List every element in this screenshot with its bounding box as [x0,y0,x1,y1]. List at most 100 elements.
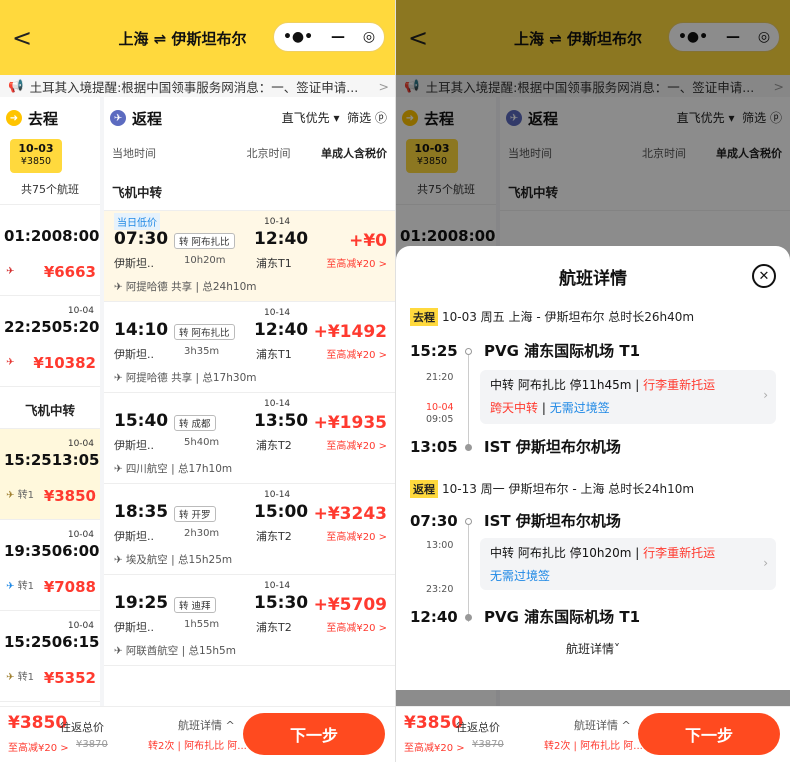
transfer-info-box[interactable]: 中转 阿布扎比 停11h45m | 行李重新托运 跨天中转 | 无需过境签 › [480,370,776,424]
flight-detail-toggle[interactable]: 航班详情 ^ [178,717,235,733]
dep-airport: 伊斯坦.. [114,621,154,634]
col-beijing-time: 北京时间 [246,147,291,160]
airline-logo-icon: ✈ [6,266,15,277]
duration: 5h40m [184,437,220,448]
dep-time: 15:25 [4,633,52,651]
baggage-recheck: 行李重新托运 [643,546,716,560]
arr-airport: 浦东T2 [256,530,292,543]
minimize-icon[interactable]: — [331,29,345,45]
reduce-label: 至高减¥20 > [326,441,387,452]
total-price: ¥3850 [8,713,68,733]
airline-logo-icon: ✈ [114,554,123,566]
next-day-label: 10-04 [426,402,454,413]
dep-time: 19:25 [114,593,169,613]
airline-logo-icon: ✈ [6,490,15,501]
transfer-dep-time: 09:05 [426,414,454,425]
bottom-bar: ¥3850 往返总价 至高减¥20 > ¥3870 航班详情 ^ 转2次 | 阿… [396,706,790,762]
flight-detail-toggle[interactable]: 航班详情 ^ [574,717,631,733]
return-label: 返程 [132,109,163,128]
mini-program-capsule: •●• — ◎ [273,22,385,52]
outbound-flight-row[interactable]: 01:20 08:00 ✈ ¥6663 [0,205,100,296]
dep-time: 15:25 [410,342,458,360]
codeshare-label: 共享 [171,281,193,293]
flight-price: ¥7088 [43,578,96,596]
next-step-button[interactable]: 下一步 [243,713,385,755]
col-local-time: 当地时间 [112,147,156,160]
close-icon[interactable]: ✕ [752,264,776,288]
col-price: 单成人含税价 [321,147,387,160]
arr-time: 05:20 [51,318,100,336]
arr-time: 06:00 [51,542,100,560]
reduce-label[interactable]: 至高减¥20 > [8,739,69,754]
duration: 1h55m [184,619,220,630]
airline-name: 阿提哈德 [125,372,168,384]
transfer-info-box[interactable]: 中转 阿布扎比 停10h20m | 行李重新托运 无需过境签 › [480,538,776,590]
reduce-label[interactable]: 至高减¥20 > [404,739,465,754]
total-duration: 总17h30m [202,372,257,384]
outbound-date-chip[interactable]: 10-03 ¥3850 [10,139,62,173]
outbound-tag: 去程 [410,308,438,326]
flight-price: ¥5352 [43,669,96,687]
airline-name: 埃及航空 [125,554,168,566]
notice-text: 土耳其入境提醒:根据中国领事服务网消息：一、签证申请... [29,79,359,95]
transfer-section-title: 飞机中转 [0,393,100,429]
flight-price: +¥3243 [313,504,387,524]
outbound-flight-row-selected[interactable]: 10-04 15:25 13:05 ✈ 转1 ¥3850 [0,429,100,520]
total-duration: 总24h10m [202,281,257,293]
airline-name: 阿提哈德 [125,281,168,293]
next-step-button[interactable]: 下一步 [638,713,780,755]
return-flight-row[interactable]: 14:10 转 阿布扎比 10-14 12:40 伊斯坦.. 3h35m 浦东T… [104,302,395,393]
transfer-city-badge: 转 迪拜 [174,597,216,613]
transfer-arr-time: 21:20 [426,372,454,383]
dep-time: 19:35 [4,542,52,560]
airline-logo-icon: ✈ [114,463,123,475]
arr-time: 15:00 [254,502,309,522]
arr-airport: 浦东T1 [256,257,292,270]
arr-airport: PVG 浦东国际机场 T1 [484,608,641,626]
reduce-label: 至高减¥20 > [326,532,387,543]
notice-bar[interactable]: 📢 土耳其入境提醒:根据中国领事服务网消息：一、签证申请... > [0,75,395,97]
total-price: ¥3850 [404,713,464,733]
outbound-flight-row[interactable]: 10-04 15:25 06:15 ✈ 转1 ¥5352 [0,611,100,702]
no-transit-visa: 无需过境签 [490,569,551,583]
no-transit-visa: 无需过境签 [549,401,610,415]
return-flight-row[interactable]: 19:25 转 迪拜 10-14 15:30 伊斯坦.. 1h55m 浦东T2 … [104,575,395,666]
airline-logo-icon: ✈ [114,645,123,657]
dep-airport: PVG 浦东国际机场 T1 [484,342,641,360]
stops-label: 转1 [17,490,34,501]
reduce-label: 至高减¥20 > [326,350,387,361]
flight-detail-sheet: 航班详情 ✕ 去程 10-03 周五 上海 - 伊斯坦布尔 总时长26h40m 1… [396,246,790,690]
dep-airport: 伊斯坦.. [114,257,154,270]
arr-airport: 浦东T2 [256,621,292,634]
return-flight-row[interactable]: 15:40 转 成都 10-14 13:50 伊斯坦.. 5h40m 浦东T2 … [104,393,395,484]
outbound-flight-row[interactable]: 10-04 19:35 06:00 ✈ 转1 ¥7088 [0,520,100,611]
sort-dropdown[interactable]: 直飞优先 ▾ [282,111,340,125]
dep-time: 01:20 [4,227,52,245]
next-day-label: 10-14 [264,308,291,318]
next-day-label: 10-04 [67,530,94,540]
bottom-bar: ¥3850 往返总价 至高减¥20 > ¥3870 航班详情 ^ 转2次 | 阿… [0,706,395,762]
filter-button[interactable]: 筛选 ⓟ [347,111,387,125]
flight-price: ¥3850 [43,487,96,505]
transfer-arr-time: 13:00 [426,540,454,551]
airline-logo-icon: ✈ [6,672,15,683]
more-detail-link[interactable]: 航班详情˅ [396,640,790,657]
dep-time: 07:30 [410,512,458,530]
close-target-icon[interactable]: ◎ [363,29,375,45]
return-plane-icon: ✈ [110,110,126,126]
stops-label: 转1 [17,581,34,592]
total-duration: 总15h5m [188,645,236,657]
baggage-recheck: 行李重新托运 [643,378,716,392]
outbound-flight-row[interactable]: 10-04 22:25 05:20 ✈ ¥10382 [0,296,100,387]
flight-price: +¥1492 [313,322,387,342]
return-flight-row[interactable]: 18:35 转 开罗 10-14 15:00 伊斯坦.. 2h30m 浦东T2 … [104,484,395,575]
dep-airport: 伊斯坦.. [114,439,154,452]
return-flight-row[interactable]: 当日低价 07:30 转 阿布扎比 10-14 12:40 伊斯坦.. 10h2… [104,211,395,302]
original-price: ¥3870 [472,739,504,750]
dep-airport: 伊斯坦.. [114,348,154,361]
flight-price: ¥6663 [43,263,96,281]
more-icon[interactable]: •●• [283,29,313,45]
flight-count: 共75个航班 [0,181,100,205]
dep-time: 15:25 [4,451,52,469]
arr-time: 06:15 [51,633,100,651]
